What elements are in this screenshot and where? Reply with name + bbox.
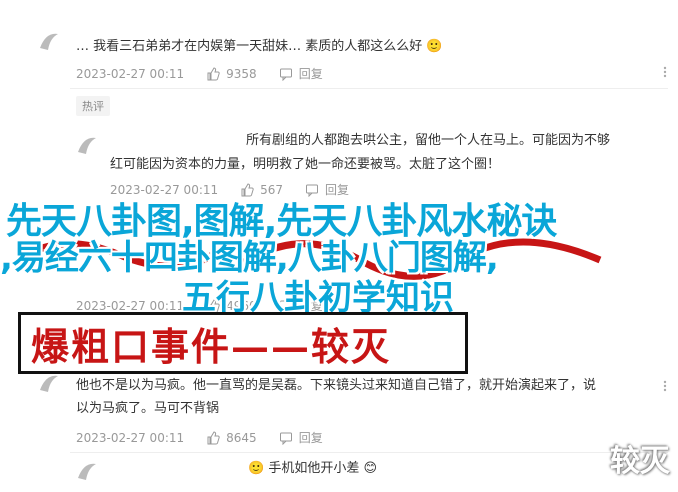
user-avatar[interactable] [36,372,62,394]
comment-meta: 2023-02-27 00:11 8645 回复 [76,429,345,446]
like-count: 9358 [226,66,257,81]
more-options-icon[interactable] [660,66,670,78]
reply-label: 回复 [298,431,323,445]
divider [70,88,668,89]
like-button[interactable]: 9358 [206,67,257,81]
comment-date: 2023-02-27 00:11 [76,66,185,81]
divider [70,452,668,453]
comment-text: 所有剧组的人都跑去哄公主，留他一个人在马上。可能因为不够 [246,133,611,148]
reply-label: 回复 [298,67,323,81]
comment-icon [279,68,292,81]
more-options-icon[interactable] [660,380,670,392]
comment-meta: 2023-02-27 00:11 9358 回复 [76,65,345,82]
comment-date: 2023-02-27 00:11 [76,298,185,313]
comment-text: 红可能因为资本的力量，明明救了她一命还要被骂。太脏了这个圈！ [110,157,501,172]
like-count: 8645 [226,430,257,445]
reply-button[interactable]: 回复 [279,429,323,446]
comment-text: 以为马疯了。马可不背锅 [76,401,220,416]
comment-icon [279,432,292,445]
hot-comment-badge: 热评 [76,96,110,116]
user-avatar[interactable] [36,30,62,52]
user-avatar[interactable] [74,134,100,156]
watermark: 较灭 [610,444,670,479]
comment-text: 他也不是以为马疯。他一直骂的是吴磊。下来镜头过来知道自己错了，就开始演起来了，说 [76,378,597,393]
thumb-up-icon [207,66,220,80]
comment-text: … 我看三石弟弟才在内娱第一天甜妹… 素质的人都这么么好 🙂 [76,39,443,54]
like-button[interactable]: 8645 [206,431,257,445]
thumb-up-icon [207,430,220,444]
user-avatar[interactable] [74,460,100,482]
incident-banner: 爆粗口事件——较灭 [18,312,468,374]
reply-button[interactable]: 回复 [279,65,323,82]
comment-text: 🙂 手机如他开小差 😊 [248,461,378,476]
comment-date: 2023-02-27 00:11 [76,430,185,445]
